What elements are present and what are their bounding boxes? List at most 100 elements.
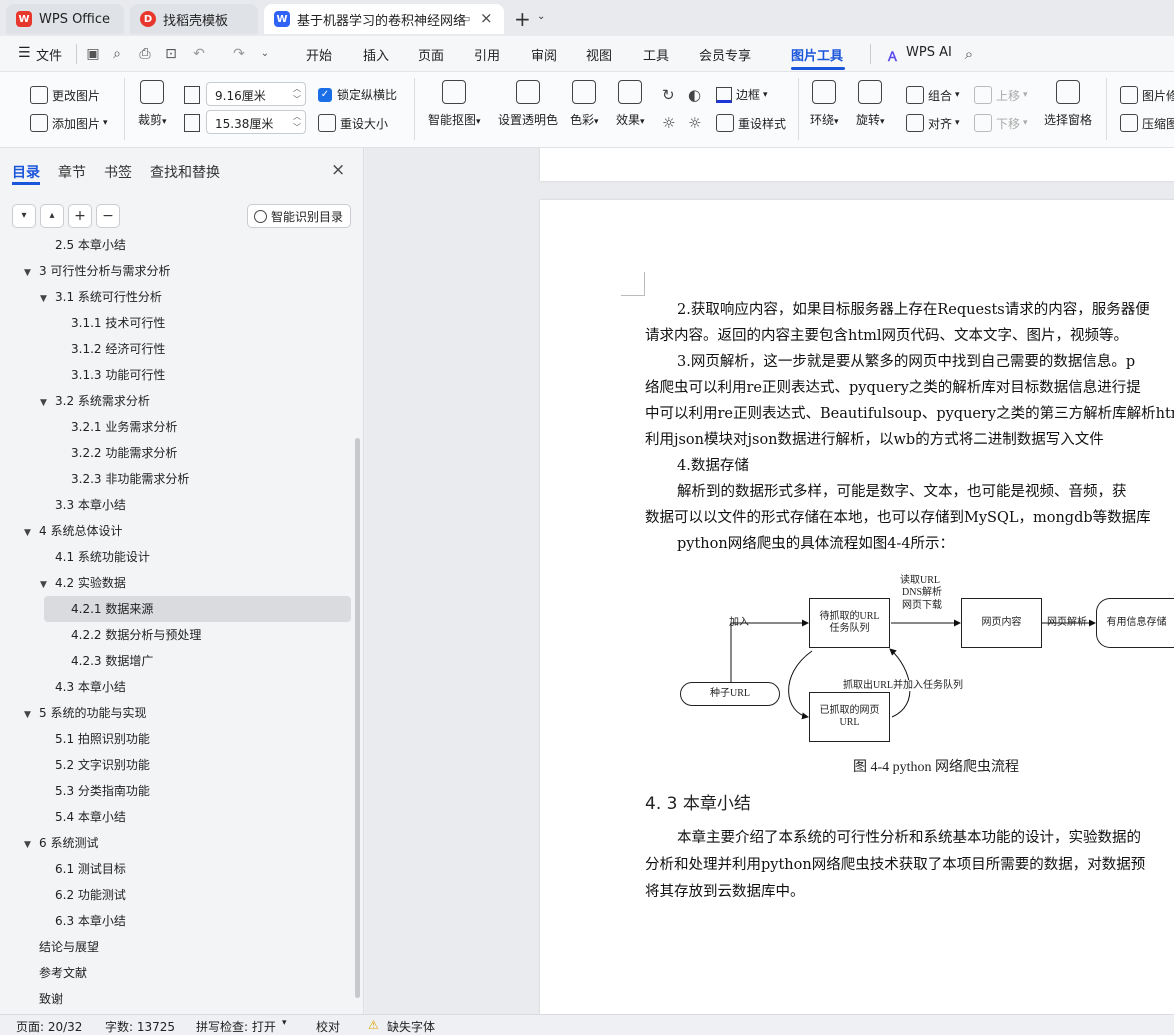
menu-reference[interactable]: 引用	[474, 45, 500, 64]
toc-item[interactable]: 5.2 文字识别功能	[40, 752, 150, 778]
menu-view[interactable]: 视图	[586, 45, 612, 64]
print-icon[interactable]: ⎙	[136, 45, 154, 63]
doc-line[interactable]: 解析到的数据形式多样，可能是数字、文本，也可能是视频、音频，获	[677, 479, 1127, 505]
redo-icon[interactable]: ↷	[230, 45, 248, 63]
crop-button[interactable]: 裁剪▾	[138, 80, 167, 128]
toc-item[interactable]: ▼ 4 系统总体设计	[24, 518, 122, 544]
toc-item[interactable]: 4.1 系统功能设计	[40, 544, 150, 570]
quick-access-chevron-icon[interactable]: ⌄	[256, 45, 274, 63]
compress-image-button[interactable]: 压缩图	[1120, 114, 1174, 132]
stepper-icon[interactable]: ︿ ﹀	[293, 83, 301, 105]
nav-scrollbar[interactable]	[355, 438, 360, 998]
summary-line[interactable]: 本章主要介绍了本系统的可行性分析和系统基本功能的设计，实验数据的	[677, 825, 1141, 851]
menu-page[interactable]: 页面	[418, 45, 444, 64]
expand-arrow-icon[interactable]: ▼	[24, 520, 36, 546]
stepper-icon[interactable]: ︿ ﹀	[293, 111, 301, 133]
expand-arrow-icon[interactable]: ▼	[40, 572, 52, 598]
nav-tab-toc[interactable]: 目录	[12, 162, 40, 182]
group-button[interactable]: 组合 ▾	[906, 86, 960, 104]
wrap-button[interactable]: 环绕▾	[810, 80, 839, 128]
width-input[interactable]: 15.38厘米 ︿ ﹀	[206, 110, 306, 134]
doc-line[interactable]: python网络爬虫的具体流程如图4-4所示：	[677, 531, 954, 557]
toc-item[interactable]: ▼ 6 系统测试	[24, 830, 98, 856]
expand-arrow-icon[interactable]: ▼	[40, 286, 52, 312]
toc-item[interactable]: ▼ 3 可行性分析与需求分析	[24, 258, 170, 284]
tab-docer-templates[interactable]: D 找稻壳模板	[130, 4, 258, 34]
contrast-icon[interactable]: ◐	[688, 86, 701, 104]
toc-item[interactable]: 6.3 本章小结	[40, 908, 126, 934]
change-image-button[interactable]: 更改图片	[30, 86, 100, 104]
toc-item[interactable]: 3.2.3 非功能需求分析	[56, 466, 189, 492]
spell-check-toggle[interactable]: 拼写检查: 打开	[196, 1018, 276, 1035]
selection-pane-button[interactable]: 选择窗格	[1044, 80, 1092, 128]
tab-list-chevron-icon[interactable]: ⌄	[537, 11, 545, 22]
image-repair-button[interactable]: 图片修	[1120, 86, 1174, 104]
toc-item[interactable]: ▼ 4.2 实验数据	[40, 570, 126, 596]
reset-style-button[interactable]: 重设样式	[716, 114, 786, 132]
toc-item[interactable]: 结论与展望	[24, 934, 99, 960]
expand-chevron-up-icon[interactable]: ▴	[40, 204, 64, 228]
rotate-button[interactable]: 旋转▾	[856, 80, 885, 128]
toc-item[interactable]: 3.1.3 功能可行性	[56, 362, 165, 388]
toc-item[interactable]: 参考文献	[24, 960, 87, 986]
toc-item[interactable]: 4.2.1 数据来源	[44, 596, 351, 622]
color-button[interactable]: 色彩▾	[570, 80, 599, 128]
doc-line[interactable]: 数据可以以文件的形式存储在本地，也可以存储到MySQL，mongdb等数据库	[645, 505, 1151, 531]
move-up-button[interactable]: 上移 ▾	[974, 86, 1028, 104]
add-heading-icon[interactable]: +	[68, 204, 92, 228]
doc-line[interactable]: 利用json模块对json数据进行解析，以wb的方式将二进制数据写入文件	[645, 427, 1104, 453]
collapse-chevron-down-icon[interactable]: ▾	[12, 204, 36, 228]
toc-item[interactable]: 3.1.1 技术可行性	[56, 310, 165, 336]
save-icon[interactable]: ▣	[84, 45, 102, 63]
toc-item[interactable]: 3.1.2 经济可行性	[56, 336, 165, 362]
doc-line[interactable]: 4.数据存储	[677, 453, 749, 479]
print-preview-icon[interactable]: ⊡	[162, 45, 180, 63]
toc-item[interactable]: ▼ 5 系统的功能与实现	[24, 700, 146, 726]
resize-button[interactable]: 重设大小	[318, 114, 388, 132]
brightness-down-icon[interactable]: ☼	[688, 114, 701, 132]
brightness-up-icon[interactable]: ☼	[662, 114, 675, 132]
tab-wps-office[interactable]: W WPS Office	[6, 4, 124, 34]
expand-arrow-icon[interactable]: ▼	[40, 390, 52, 416]
doc-line[interactable]: 3.网页解析，这一步就是要从繁多的网页中找到自己需要的数据信息。p	[677, 349, 1135, 375]
doc-line[interactable]: 中可以利用re正则表达式、Beautifulsoup、pyquery之类的第三方…	[645, 401, 1174, 427]
nav-tab-find-replace[interactable]: 查找和替换	[150, 162, 220, 182]
toc-item[interactable]: 4.2.2 数据分析与预处理	[56, 622, 201, 648]
toc-item[interactable]: 3.3 本章小结	[40, 492, 126, 518]
effect-button[interactable]: 效果▾	[616, 80, 645, 128]
close-tab-icon[interactable]: ×	[480, 9, 493, 27]
toc-item[interactable]: 5.3 分类指南功能	[40, 778, 150, 804]
doc-line[interactable]: 络爬虫可以利用re正则表达式、pyquery之类的解析库对目标数据信息进行提	[645, 375, 1141, 401]
search-icon[interactable]: ⌕	[960, 45, 978, 63]
set-transparent-button[interactable]: 设置透明色	[498, 80, 558, 128]
toc-item[interactable]: 3.2.2 功能需求分析	[56, 440, 177, 466]
summary-line[interactable]: 将其存放到云数据库中。	[645, 879, 805, 905]
menu-home[interactable]: 开始	[306, 45, 332, 64]
hamburger-icon[interactable]: ☰	[18, 45, 31, 61]
menu-membership[interactable]: 会员专享	[699, 45, 751, 64]
toc-item[interactable]: 6.2 功能测试	[40, 882, 126, 908]
menu-wps-ai[interactable]: WPS AI	[906, 45, 952, 60]
menu-picture-tools[interactable]: 图片工具	[791, 45, 843, 64]
close-pane-icon[interactable]: ×	[331, 160, 345, 180]
format-painter-icon[interactable]: ⌕	[108, 45, 126, 63]
summary-line[interactable]: 分析和处理并利用python网络爬虫技术获取了本项目所需要的数据，对数据预	[645, 852, 1145, 878]
menu-review[interactable]: 审阅	[531, 45, 557, 64]
missing-font-button[interactable]: 缺失字体	[387, 1018, 435, 1035]
menu-file[interactable]: 文件	[36, 45, 62, 64]
border-button[interactable]: 边框 ▾	[716, 86, 768, 103]
proofread-button[interactable]: 校对	[316, 1018, 340, 1035]
lock-ratio-checkbox[interactable]: ✓ 锁定纵横比	[318, 86, 397, 103]
toc-item[interactable]: 致谢	[24, 986, 63, 1012]
expand-arrow-icon[interactable]: ▼	[24, 260, 36, 286]
undo-icon[interactable]: ↶	[190, 45, 208, 63]
height-input[interactable]: 9.16厘米 ︿ ﹀	[206, 82, 306, 106]
align-button[interactable]: 对齐 ▾	[906, 114, 960, 132]
add-image-button[interactable]: 添加图片 ▾	[30, 114, 108, 132]
tab-current-document[interactable]: W 基于机器学习的卷积神经网络 ▭ ×	[264, 4, 504, 34]
toc-item[interactable]: 4.2.3 数据增广	[56, 648, 153, 674]
move-down-button[interactable]: 下移 ▾	[974, 114, 1028, 132]
toc-item[interactable]: ▼ 3.2 系统需求分析	[40, 388, 150, 414]
nav-tab-chapters[interactable]: 章节	[58, 162, 86, 182]
smart-cutout-button[interactable]: 智能抠图▾	[428, 80, 481, 128]
